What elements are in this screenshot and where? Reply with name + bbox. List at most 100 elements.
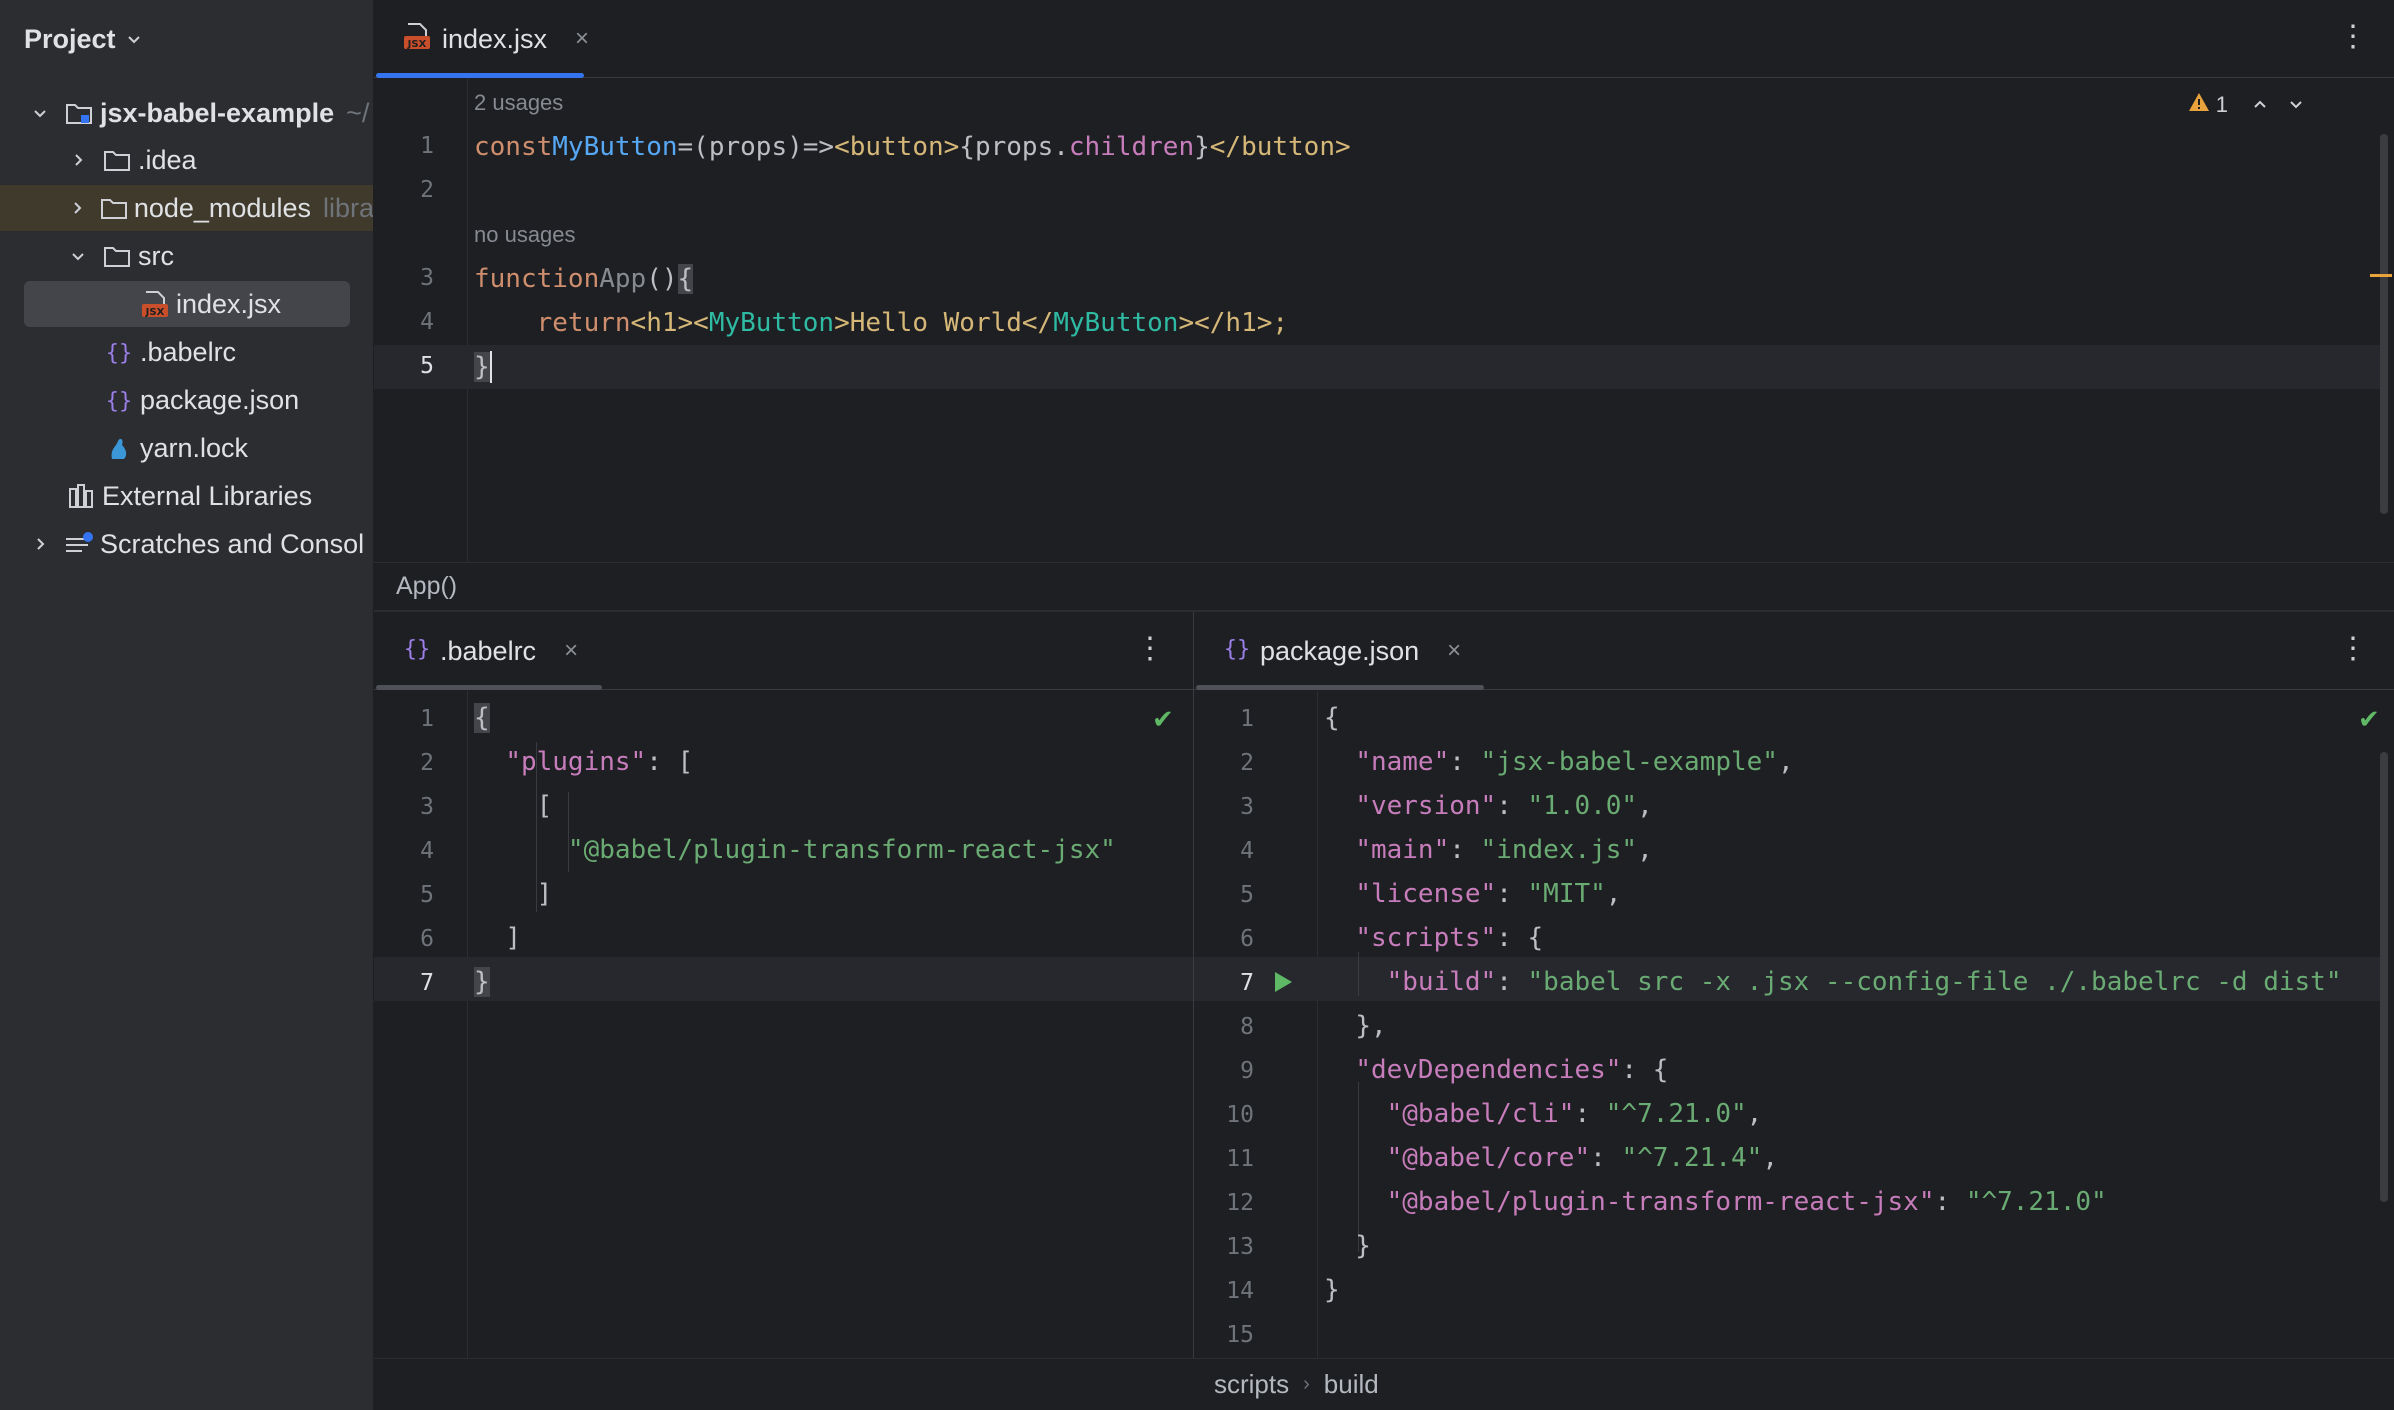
warning-stripe-marker[interactable]	[2370, 274, 2392, 277]
breadcrumb-item[interactable]: scripts	[1214, 1369, 1289, 1400]
checkmark-icon[interactable]: ✔	[2358, 704, 2380, 735]
code-line-1[interactable]: {	[474, 696, 490, 740]
tree-item-external-libraries[interactable]: External Libraries	[0, 473, 373, 519]
code-line-3[interactable]: "version": "1.0.0",	[1324, 784, 1652, 828]
code-line-8[interactable]: },	[1324, 1004, 1386, 1048]
code-line-4[interactable]: return <h1>< MyButton >Hello World</MyButt…	[474, 301, 1288, 345]
tab-babelrc[interactable]: {} .babelrc ×	[382, 612, 600, 690]
breadcrumb: scripts › build	[1194, 1358, 2394, 1410]
tree-item-scratches[interactable]: Scratches and Consol	[0, 521, 373, 567]
editor-tab-bar: {} package.json × ⋮	[1194, 612, 2394, 690]
code-line-2[interactable]: "name": "jsx-babel-example",	[1324, 740, 1793, 784]
code-line-5[interactable]: ]	[474, 872, 553, 916]
tree-item-idea[interactable]: .idea	[0, 137, 373, 183]
code-line-4[interactable]: "main": "index.js",	[1324, 828, 1652, 872]
usages-hint[interactable]: no usages	[474, 222, 576, 248]
line-number: 3	[420, 794, 434, 820]
vertical-scrollbar[interactable]	[2380, 752, 2388, 1202]
line-number: 5	[420, 882, 434, 908]
breadcrumb-item[interactable]: App()	[396, 572, 457, 601]
more-options-icon[interactable]: ⋮	[2338, 22, 2368, 52]
line-number: 15	[1226, 1322, 1254, 1348]
code-line-6[interactable]: ]	[474, 916, 521, 960]
tree-item-label: jsx-babel-example	[100, 97, 335, 128]
json-file-icon: {}	[404, 635, 431, 668]
close-icon[interactable]: ×	[564, 637, 578, 665]
editor-tab-bar: {} .babelrc × ⋮	[374, 612, 1193, 690]
tree-item-label: yarn.lock	[140, 432, 249, 463]
code-line-10[interactable]: "@babel/cli": "^7.21.0",	[1324, 1092, 1763, 1136]
svg-text:{}: {}	[1224, 637, 1250, 661]
code-line-5[interactable]: "license": "MIT",	[1324, 872, 1621, 916]
line-number-current: 7	[420, 970, 434, 996]
tree-item-label: node_modules	[133, 192, 311, 223]
code-line-5[interactable]: }	[474, 345, 492, 389]
breadcrumb-item[interactable]: build	[1324, 1369, 1379, 1400]
svg-text:JSX: JSX	[145, 307, 165, 318]
code-line-12[interactable]: "@babel/plugin-transform-react-jsx": "^7…	[1324, 1180, 2107, 1224]
jsx-file-icon: JSX	[140, 290, 170, 318]
line-number: 9	[1240, 1058, 1254, 1084]
line-number: 2	[420, 177, 434, 203]
line-number: 1	[420, 133, 434, 159]
code-line-13[interactable]: }	[1324, 1224, 1371, 1268]
text-cursor	[489, 351, 492, 383]
run-script-icon[interactable]	[1272, 970, 1294, 999]
tree-item-babelrc[interactable]: {} .babelrc	[0, 329, 373, 375]
code-line-9[interactable]: "devDependencies": {	[1324, 1048, 1668, 1092]
line-number: 4	[1240, 838, 1254, 864]
usages-hint[interactable]: 2 usages	[474, 90, 563, 116]
code-line-1[interactable]: const MyButton = (props) => <button> {pro…	[474, 125, 1351, 169]
line-number: 10	[1226, 1102, 1254, 1128]
code-line-14[interactable]: }	[1324, 1268, 1340, 1312]
chevron-down-icon[interactable]	[30, 103, 50, 123]
jsx-file-icon: JSX	[402, 22, 432, 57]
editor-index-jsx[interactable]: JSX index.jsx × ⋮ 1 1 2 3 4 5 2 usages c…	[374, 0, 2394, 610]
close-icon[interactable]: ×	[1447, 637, 1461, 665]
tree-item-src[interactable]: src	[0, 233, 373, 279]
tree-item-yarn-lock[interactable]: yarn.lock	[0, 425, 373, 471]
tab-indicator	[1196, 685, 1484, 690]
tree-item-index-jsx[interactable]: JSX index.jsx	[0, 281, 373, 327]
tab-package-json[interactable]: {} package.json ×	[1202, 612, 1483, 690]
code-line-7[interactable]: }	[474, 960, 490, 1004]
chevron-right-icon[interactable]	[30, 534, 50, 554]
checkmark-icon[interactable]: ✔	[1152, 704, 1174, 735]
line-number: 8	[1240, 1014, 1254, 1040]
chevron-down-icon[interactable]	[2288, 92, 2304, 118]
tree-item-hint: libra	[322, 192, 374, 223]
svg-text:{}: {}	[106, 389, 132, 413]
code-line-11[interactable]: "@babel/core": "^7.21.4",	[1324, 1136, 1778, 1180]
code-line-7[interactable]: "build": "babel src -x .jsx --config-fil…	[1324, 960, 2342, 1004]
code-line-2[interactable]: "plugins": [	[474, 740, 693, 784]
line-number: 11	[1226, 1146, 1254, 1172]
close-icon[interactable]: ×	[575, 25, 589, 53]
tree-item-package-json[interactable]: {} package.json	[0, 377, 373, 423]
chevron-right-icon[interactable]	[68, 198, 86, 218]
code-line-4[interactable]: "@babel/plugin-transform-react-jsx"	[474, 828, 1116, 872]
tree-item-hint: ~/	[346, 97, 370, 128]
code-line-3[interactable]: function App() {	[474, 257, 694, 301]
current-line-highlight	[374, 957, 1193, 1001]
code-line-6[interactable]: "scripts": {	[1324, 916, 1543, 960]
breadcrumb-separator-icon: ›	[1303, 1373, 1310, 1395]
vertical-scrollbar[interactable]	[2380, 134, 2388, 514]
editor-package-json[interactable]: {} package.json × ⋮ ✔ 1 2 3 4 5 6 7 8 9 …	[1194, 612, 2394, 1410]
line-number: 2	[420, 750, 434, 776]
inspection-widget[interactable]: 1	[2188, 92, 2304, 118]
chevron-right-icon[interactable]	[68, 150, 88, 170]
editor-babelrc[interactable]: {} .babelrc × ⋮ ✔ 1 2 3 4 5 6 7 { "plugi…	[374, 612, 1194, 1410]
tree-item-project-root[interactable]: jsx-babel-example ~/	[0, 90, 373, 136]
more-options-icon[interactable]: ⋮	[1135, 634, 1165, 664]
more-options-icon[interactable]: ⋮	[2338, 634, 2368, 664]
chevron-up-icon[interactable]	[2252, 92, 2268, 118]
tab-index-jsx[interactable]: JSX index.jsx ×	[380, 0, 611, 78]
line-number: 5	[1240, 882, 1254, 908]
code-line-1[interactable]: {	[1324, 696, 1340, 740]
tree-item-node-modules[interactable]: node_modules libra	[0, 185, 374, 231]
chevron-down-icon[interactable]	[68, 246, 88, 266]
tab-label: index.jsx	[442, 23, 548, 54]
tree-item-label: Scratches and Consol	[100, 528, 365, 559]
code-line-3[interactable]: [	[474, 784, 553, 828]
project-view-selector[interactable]: Project	[24, 22, 142, 56]
